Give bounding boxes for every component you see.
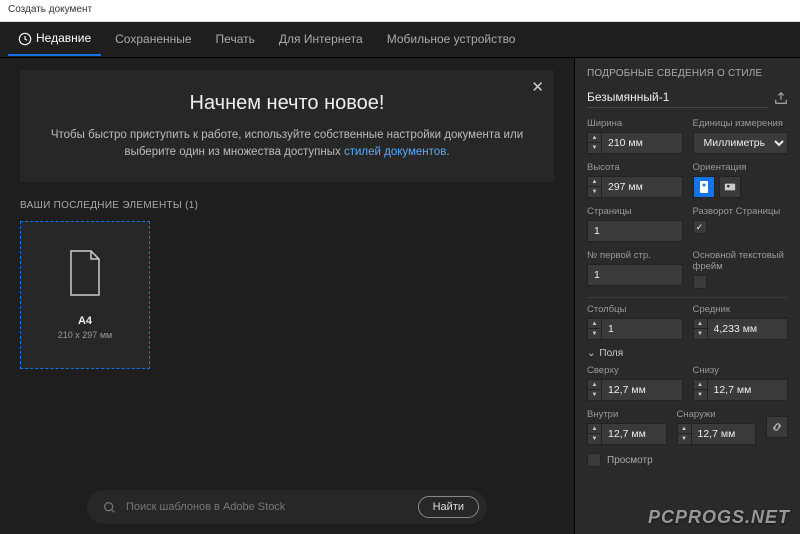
units-select[interactable]: Миллиметры [693, 132, 789, 154]
units-label: Единицы измерения [693, 118, 789, 129]
margin-bottom-stepper[interactable]: ▲▼ [693, 379, 789, 401]
margins-toggle[interactable]: ⌄Поля [587, 348, 788, 359]
page-icon [66, 249, 104, 297]
margin-inside-stepper[interactable]: ▲▼ [587, 423, 667, 445]
clock-icon [18, 32, 32, 46]
margin-bottom-input[interactable] [708, 384, 788, 396]
columns-label: Столбцы [587, 304, 683, 315]
pages-label: Страницы [587, 206, 683, 217]
facing-checkbox[interactable]: ✓ [693, 220, 707, 234]
width-label: Ширина [587, 118, 683, 129]
margin-bottom-label: Снизу [693, 365, 789, 376]
width-input[interactable] [602, 137, 682, 149]
pages-input[interactable] [588, 225, 682, 237]
details-header: ПОДРОБНЫЕ СВЕДЕНИЯ О СТИЛЕ [587, 68, 788, 79]
preset-dimensions: 210 x 297 мм [58, 330, 112, 340]
columns-input[interactable] [602, 323, 682, 335]
margin-outside-stepper[interactable]: ▲▼ [677, 423, 757, 445]
preview-checkbox[interactable] [587, 453, 601, 467]
startpage-stepper[interactable] [587, 264, 683, 286]
tab-saved[interactable]: Сохраненные [105, 24, 201, 56]
margin-inside-input[interactable] [602, 428, 666, 440]
textframe-label: Основной текстовый фрейм [693, 250, 789, 272]
startpage-input[interactable] [588, 269, 682, 281]
welcome-panel: ✕ Начнем нечто новое! Чтобы быстро прист… [20, 70, 554, 182]
preset-card-a4[interactable]: A4 210 x 297 мм [20, 221, 150, 369]
height-input[interactable] [602, 181, 682, 193]
doc-styles-link[interactable]: стилей документов [344, 146, 446, 158]
tab-recent[interactable]: Недавние [8, 23, 101, 56]
startpage-label: № первой стр. [587, 250, 683, 261]
find-button[interactable]: Найти [418, 496, 479, 518]
search-input[interactable] [126, 501, 408, 513]
welcome-title: Начнем нечто новое! [48, 92, 526, 115]
width-stepper[interactable]: ▲▼ [587, 132, 683, 154]
margin-inside-label: Внутри [587, 409, 667, 420]
facing-label: Разворот Страницы [693, 206, 789, 217]
category-tabs: Недавние Сохраненные Печать Для Интернет… [0, 22, 800, 58]
gutter-input[interactable] [708, 323, 788, 335]
tab-print[interactable]: Печать [206, 24, 265, 56]
columns-stepper[interactable]: ▲▼ [587, 318, 683, 340]
recent-section-label: ВАШИ ПОСЛЕДНИЕ ЭЛЕМЕНТЫ (1) [20, 200, 554, 211]
search-bar: Найти [87, 490, 487, 524]
close-icon[interactable]: ✕ [531, 78, 544, 96]
margin-top-label: Сверху [587, 365, 683, 376]
orientation-landscape[interactable] [719, 176, 741, 198]
details-panel: ПОДРОБНЫЕ СВЕДЕНИЯ О СТИЛЕ Ширина ▲▼ Еди… [574, 58, 800, 534]
textframe-checkbox[interactable] [693, 275, 707, 289]
gutter-stepper[interactable]: ▲▼ [693, 318, 789, 340]
margin-outside-label: Снаружи [677, 409, 757, 420]
tab-web[interactable]: Для Интернета [269, 24, 373, 56]
save-preset-icon[interactable] [774, 91, 788, 105]
preset-title: A4 [78, 315, 92, 327]
link-margins-icon[interactable] [766, 416, 788, 438]
margin-top-input[interactable] [602, 384, 682, 396]
preview-label: Просмотр [607, 455, 653, 466]
height-label: Высота [587, 162, 683, 173]
chevron-down-icon: ⌄ [587, 348, 595, 359]
window-titlebar: Создать документ [0, 0, 800, 22]
welcome-text: Чтобы быстро приступить к работе, исполь… [48, 127, 526, 162]
orientation-portrait[interactable] [693, 176, 715, 198]
tab-mobile[interactable]: Мобильное устройство [377, 24, 526, 56]
gutter-label: Средник [693, 304, 789, 315]
margin-outside-input[interactable] [692, 428, 756, 440]
preset-name-input[interactable] [587, 87, 768, 108]
margin-top-stepper[interactable]: ▲▼ [587, 379, 683, 401]
height-stepper[interactable]: ▲▼ [587, 176, 683, 198]
orientation-label: Ориентация [693, 162, 789, 173]
search-icon [103, 501, 116, 514]
pages-stepper[interactable] [587, 220, 683, 242]
